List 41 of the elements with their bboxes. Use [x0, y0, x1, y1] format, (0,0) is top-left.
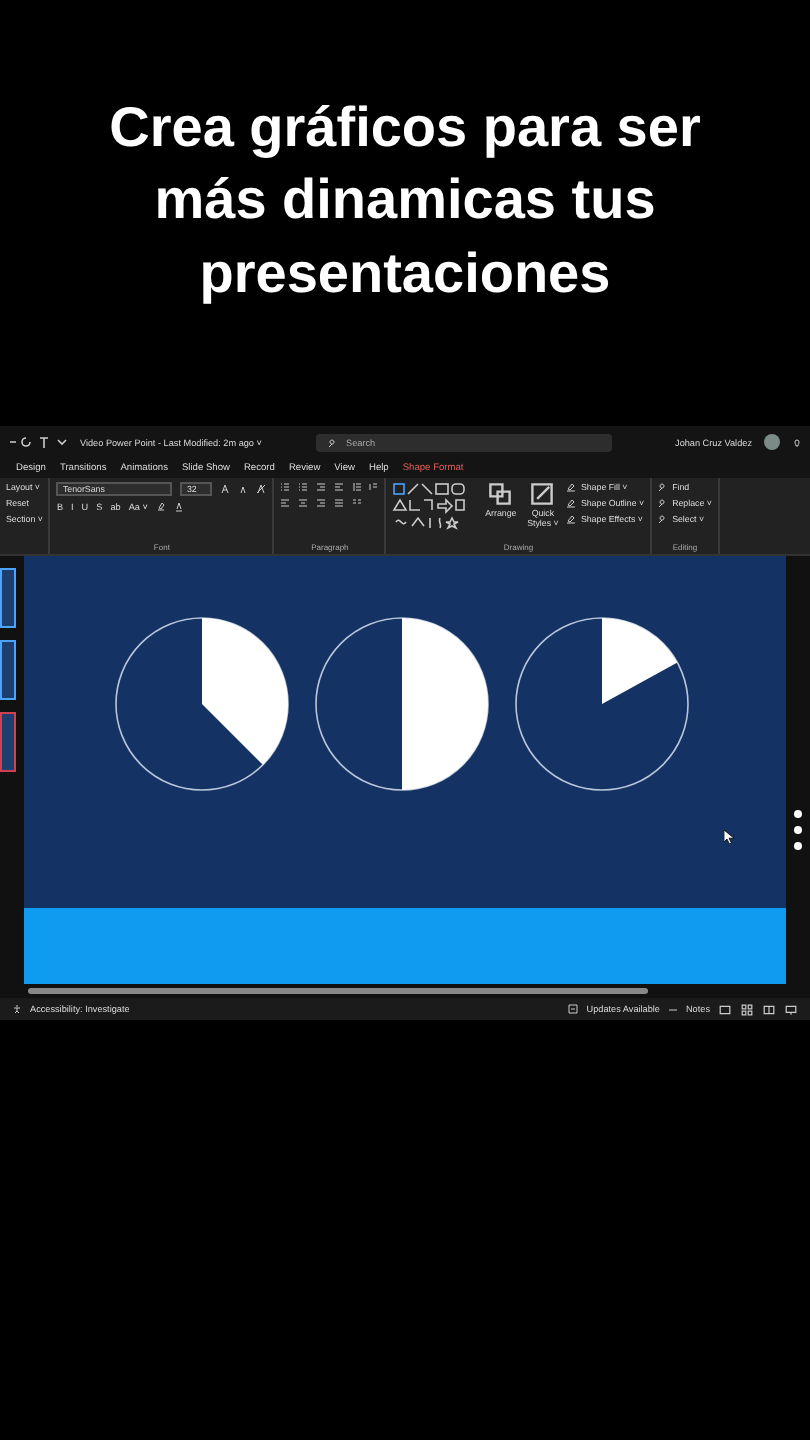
grow-font-icon — [220, 484, 231, 494]
normal-view-icon — [718, 1003, 732, 1015]
shrink-font-icon — [238, 484, 249, 494]
justify-icon — [334, 498, 345, 508]
align-right-icon — [316, 498, 327, 508]
quick-styles-icon — [530, 482, 555, 506]
scrollbar[interactable] — [28, 988, 648, 994]
text-direction-icon — [368, 482, 379, 492]
reading-view-icon — [762, 1003, 776, 1015]
numbering-icon — [298, 482, 309, 492]
arrange-icon — [488, 482, 513, 506]
editing-icon — [658, 498, 669, 508]
caption-text: Crea gráficos para ser más dinamicas tus presentaciones — [107, 93, 703, 308]
slide-thumbnail[interactable] — [0, 712, 16, 772]
accessibility-icon — [12, 1004, 22, 1014]
font-color-icon — [173, 502, 184, 512]
cursor-icon — [724, 830, 736, 844]
line-spacing-icon — [352, 482, 363, 492]
sorter-view-icon — [740, 1003, 754, 1015]
lightbulb-icon — [792, 437, 802, 447]
outdent-icon — [334, 482, 345, 492]
columns-icon — [352, 498, 363, 508]
avatar[interactable] — [764, 434, 780, 450]
quick-access-icons[interactable] — [8, 436, 68, 448]
shape-format-icon — [566, 514, 577, 524]
shape-format-icon — [566, 498, 577, 508]
indent-icon — [316, 482, 327, 492]
highlight-icon — [155, 502, 166, 512]
slideshow-icon — [784, 1003, 798, 1015]
editing-icon — [658, 514, 669, 524]
search-icon — [328, 437, 338, 447]
slide-thumbnail[interactable] — [0, 640, 16, 700]
updates-icon — [568, 1004, 579, 1014]
bullets-icon — [280, 482, 291, 492]
slide-thumbnail[interactable] — [0, 568, 16, 628]
notes-icon — [667, 1004, 678, 1014]
clear-format-icon — [256, 484, 267, 494]
align-left-icon — [280, 498, 291, 508]
editing-icon — [658, 482, 669, 492]
shape-format-icon — [566, 482, 577, 492]
align-center-icon — [298, 498, 309, 508]
